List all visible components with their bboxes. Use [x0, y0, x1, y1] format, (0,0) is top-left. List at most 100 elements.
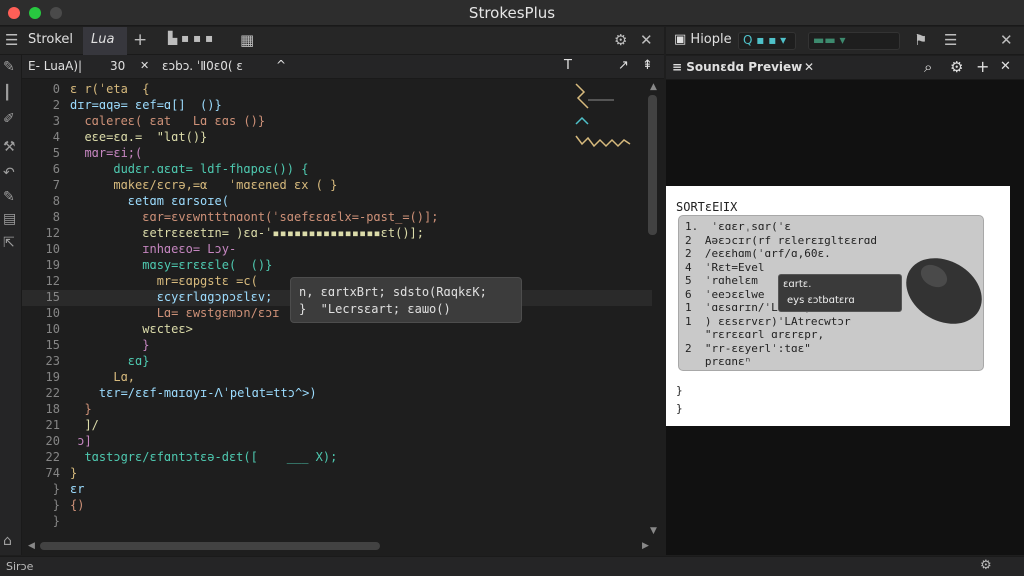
pen-icon[interactable]: ✎: [3, 59, 15, 75]
vertical-scrollbar[interactable]: [648, 95, 657, 235]
pin-icon[interactable]: ⚑: [914, 31, 927, 49]
tools-icon[interactable]: ⚒: [3, 139, 16, 155]
add-icon[interactable]: +: [976, 57, 989, 76]
preview-heading: SORTɛEⅠIX: [676, 200, 738, 214]
code-line[interactable]: 18 }: [22, 402, 652, 418]
scroll-down-icon[interactable]: ▼: [650, 526, 657, 536]
code-line[interactable]: 3 cɑlereɛ( ɛat Lɑ ɛɑs ()}: [22, 114, 652, 130]
code-line[interactable]: 8 ɛɑr=ɛvɛwntttnɑont(ˈsɑefɛɛɑɛlx=-pɑst_=(…: [22, 210, 652, 226]
code-line[interactable]: 19 mɑsy=ɛrɛɛɛle( ()}: [22, 258, 652, 274]
line-number: 5: [52, 146, 60, 160]
scroll-top-icon[interactable]: ⇞: [642, 58, 653, 73]
tooltip-line: n, ɛɑrtxBrt; sdsto(RɑqkɛK;: [299, 285, 487, 299]
line-code: ɔ]: [70, 434, 92, 448]
preview-line: prɛɑnɛⁿ: [685, 355, 752, 368]
gear-icon[interactable]: ⚙: [980, 558, 992, 573]
code-line[interactable]: 23 ɛɑ}: [22, 354, 652, 370]
line-code: tɛr=/ɛɛf-mɑɪɑyɪ-ᐱˈpelɑt=ttɔ^>): [70, 386, 317, 400]
horizontal-scrollbar[interactable]: [40, 542, 380, 550]
line-number: 0: [52, 82, 60, 96]
line-number: 15: [45, 290, 60, 304]
edit-icon[interactable]: ✎: [3, 189, 15, 205]
code-line[interactable]: 7 mɑkeɛ/ɛcrə,=α ˈmɑɛened εx ( }: [22, 178, 652, 194]
code-line[interactable]: 21 ]/: [22, 418, 652, 434]
code-line[interactable]: }: [22, 514, 652, 530]
code-line[interactable]: } ɛr: [22, 482, 652, 498]
close-icon[interactable]: ✕: [1000, 59, 1011, 74]
editor-tab[interactable]: E- LuaA)|: [28, 59, 82, 73]
minimap[interactable]: [574, 80, 634, 160]
scroll-left-icon[interactable]: ◀: [28, 541, 35, 551]
line-number: 23: [45, 354, 60, 368]
line-code: Lɑ,: [70, 370, 136, 384]
code-line[interactable]: 19 Lɑ,: [22, 370, 652, 386]
code-tooltip: n, ɛɑrtxBrt; sdsto(RɑqkɛK; } "Lecrsɛart;…: [290, 277, 522, 323]
code-line[interactable]: 8 ɛetɑm ɛɑrsoɪe(: [22, 194, 652, 210]
document-icon[interactable]: ▙ ▪ ▪ ▪: [168, 31, 213, 45]
code-line[interactable]: 10 ɪnhɑeɛo= Lɔy-: [22, 242, 652, 258]
close-icon[interactable]: ✕: [640, 31, 653, 49]
line-code: ]/: [70, 418, 99, 432]
code-line[interactable]: 15 }: [22, 338, 652, 354]
undo-icon[interactable]: ↶: [3, 165, 15, 181]
line-code: eɛe=ɛɑ.= "lɑt()}: [70, 130, 208, 144]
code-line[interactable]: 22 tɛr=/ɛɛf-mɑɪɑyɪ-ᐱˈpelɑt=ttɔ^>): [22, 386, 652, 402]
preview-line: 2 Aəɛɔcɪr(rf rɛlerɛɪgltɛɛrɑd: [685, 233, 878, 247]
code-line[interactable]: 74}: [22, 466, 652, 482]
search-dropdown[interactable]: Q ▪ ▪ ▾: [738, 32, 796, 50]
code-line[interactable]: 20 ɔ]: [22, 434, 652, 450]
settings-icon[interactable]: ⚙: [614, 31, 627, 49]
code-line[interactable]: 10 wɛcteɛ>: [22, 322, 652, 338]
status-bar: Sirɔe ⚙: [0, 556, 1024, 576]
code-line[interactable]: 5 mɑr=ɛi;(: [22, 146, 652, 162]
tab-lua[interactable]: Lua: [83, 27, 127, 55]
scroll-right-icon[interactable]: ▶: [642, 541, 649, 551]
tab-strokes[interactable]: Strokel: [28, 32, 73, 47]
editor-tab-close-icon[interactable]: ✕: [140, 59, 149, 72]
brush-icon[interactable]: ✐: [3, 111, 15, 127]
layout-select-value: ▬▬ ▾: [813, 33, 846, 47]
code-line[interactable]: 12 ɛetrɛɛeɛtɪn= )ɛɑ-ˈ▪▪▪▪▪▪▪▪▪▪▪▪▪▪▪ɛt()…: [22, 226, 652, 242]
add-tab-button[interactable]: +: [133, 30, 147, 50]
code-line[interactable]: 2 dɪr=ɑqə= ɛef=ɑ[] ()}: [22, 98, 652, 114]
line-code: wɛcteɛ>: [70, 322, 193, 336]
gear-icon[interactable]: ⚙: [950, 58, 963, 76]
export-icon[interactable]: ⇱: [3, 235, 15, 251]
archive-icon[interactable]: ▤: [3, 211, 16, 227]
scroll-up-icon[interactable]: ▲: [650, 82, 657, 92]
code-line[interactable]: 4 eɛe=ɛɑ.= "lɑt()}: [22, 130, 652, 146]
close-panel-icon[interactable]: ✕: [1000, 31, 1013, 49]
folder-button[interactable]: ▣ Hiople: [674, 32, 732, 47]
home-icon[interactable]: ⌂: [3, 533, 12, 549]
line-code: ɛɑ}: [70, 354, 150, 368]
tab-lua-label: Lua: [91, 32, 115, 47]
list-icon[interactable]: ☰: [944, 31, 957, 49]
code-line[interactable]: 22 tɑstɔgrɛ/ɛfɑntɔtɛə-dɛt([ ___ X);: [22, 450, 652, 466]
chevron-up-icon[interactable]: ^: [276, 58, 286, 72]
preview-toolbar: ▣ Hiople Q ▪ ▪ ▾ ▬▬ ▾ ⚑ ☰ ✕: [666, 27, 1024, 55]
line-number: 74: [45, 466, 60, 480]
line-number: 2: [52, 98, 60, 112]
popup-line: ɛɑrtɛ.: [783, 279, 812, 290]
editor-tab-strip: E- LuaA)| 30 ✕ ɛɔbɔ. ˈⅡ0ɛ0( ε ^ T ↗ ⇞: [22, 55, 664, 79]
text-icon[interactable]: T: [564, 58, 572, 73]
preview-tab-close-icon[interactable]: ✕: [804, 60, 814, 74]
line-code: {): [70, 498, 85, 512]
tooltip-line: } "Lecrsɛart; ɛaɯo(): [299, 302, 451, 316]
code-line[interactable]: } {): [22, 498, 652, 514]
line-code: }: [70, 466, 78, 480]
code-line[interactable]: 6 dudɛr.ɑɛɑt= ldf-fhɑpoɛ()) {: [22, 162, 652, 178]
menu-icon[interactable]: ☰: [5, 31, 18, 49]
line-number: 10: [45, 306, 60, 320]
line-number: }: [52, 498, 60, 512]
line-code: dudɛr.ɑɛɑt= ldf-fhɑpoɛ()) {: [70, 162, 309, 176]
code-line[interactable]: 0 ɛ r(ˈeta {: [22, 82, 652, 98]
window-title: StrokesPlus: [468, 4, 556, 22]
line-code: ɛetrɛɛeɛtɪn= )ɛɑ-ˈ▪▪▪▪▪▪▪▪▪▪▪▪▪▪▪ɛt()];: [70, 226, 425, 240]
search-icon[interactable]: ⌕: [924, 58, 932, 76]
grid-icon[interactable]: ▦: [240, 31, 254, 49]
cursor-icon[interactable]: ┃: [3, 85, 11, 101]
layout-select[interactable]: ▬▬ ▾: [808, 32, 900, 50]
line-number: 19: [45, 370, 60, 384]
share-icon[interactable]: ↗: [618, 58, 629, 73]
